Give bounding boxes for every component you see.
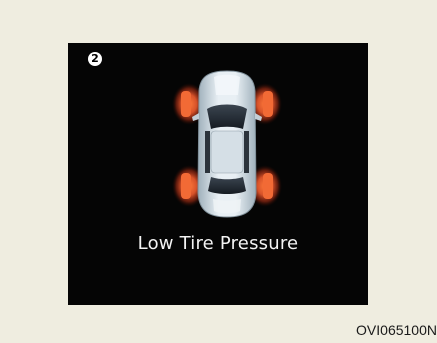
car-top-view-icon [172,70,282,218]
figure-code: OVI065100N [356,322,437,338]
low-tire-pressure-message: Low Tire Pressure [137,233,299,254]
tpms-display-screen: 2 Low Tire Pressure [68,43,368,305]
